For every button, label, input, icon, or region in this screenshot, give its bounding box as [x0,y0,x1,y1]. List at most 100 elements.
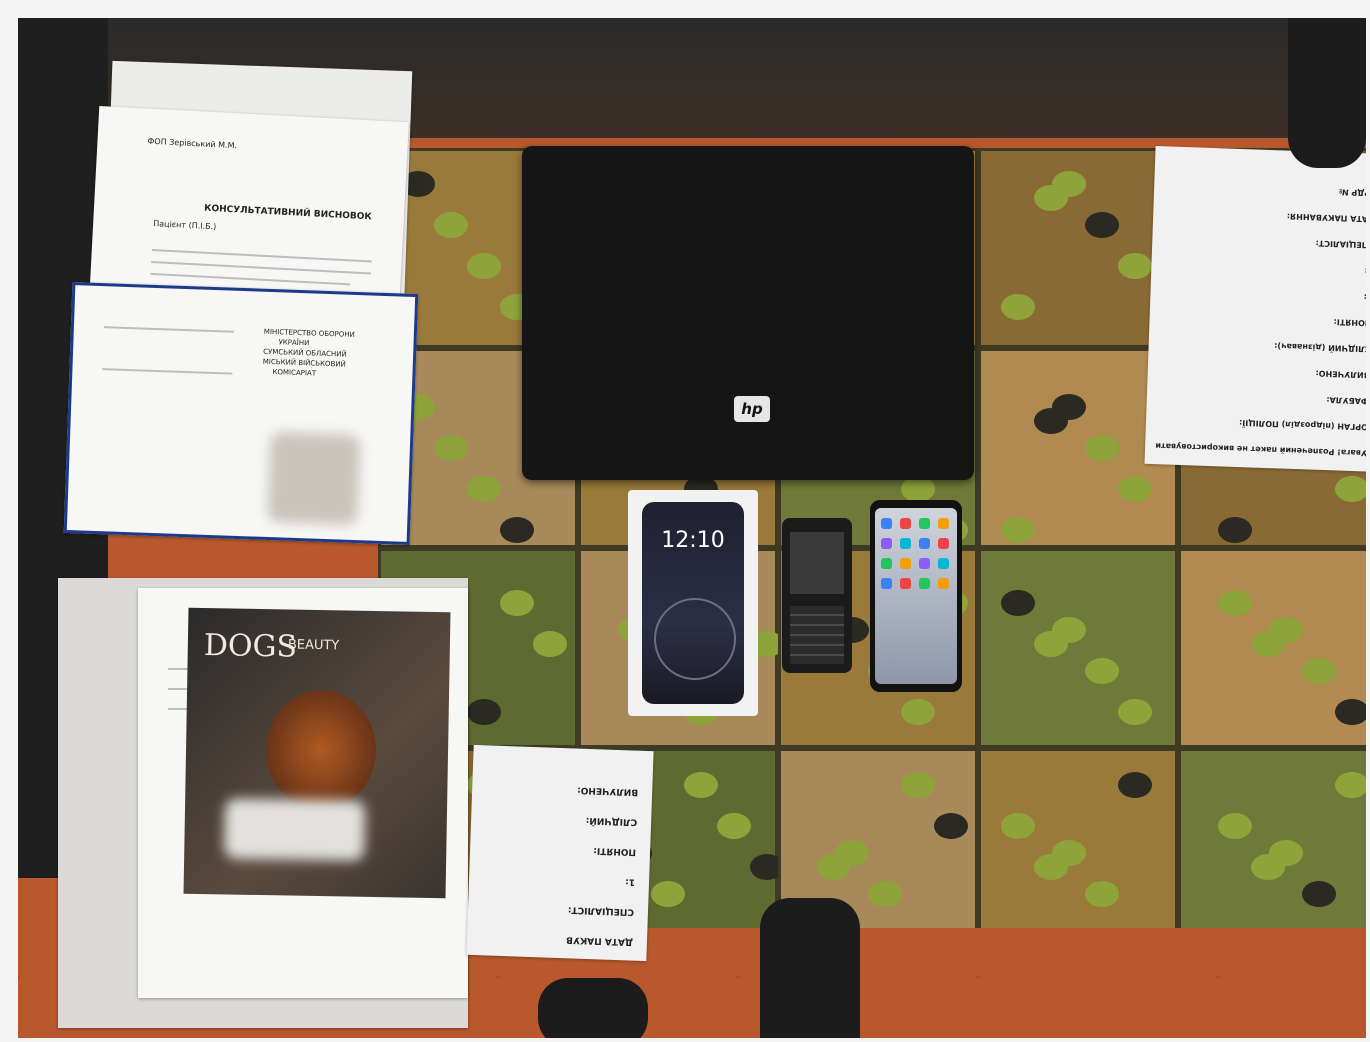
olive [500,590,534,616]
feature-phone [782,518,852,673]
olive [1302,658,1336,684]
evidence-photo: ФОП Зерівський М.М. КОНСУЛЬТАТИВНИЙ ВИСН… [18,18,1366,1038]
app-icon [938,518,949,529]
app-icon [919,518,930,529]
olive [1302,881,1336,907]
app-icon [900,518,911,529]
keypad [790,606,844,664]
boot-left [538,978,648,1038]
olive [1218,813,1252,839]
app-icon [881,538,892,549]
olive [467,476,501,502]
app-icon [938,558,949,569]
olive [1001,813,1035,839]
envelope-line: 1: [625,876,636,887]
military-card: МІНІСТЕРСТВО ОБОРОНИ УКРАЇНИ СУМСЬКИЙ ОБ… [63,282,419,545]
cloth-tile [978,748,1178,928]
envelope-line: ОРГАН (підрозділ) ПОЛІЦІЇ: [1238,418,1366,432]
olive [1001,590,1035,616]
olive [1001,517,1035,543]
olive [717,813,751,839]
olive [434,212,468,238]
olive [684,772,718,798]
olive [1118,253,1152,279]
olive [1118,476,1152,502]
person-leg-right [1288,18,1366,168]
app-icon [919,578,930,589]
app-icon [938,538,949,549]
envelope-line: СЛІДЧИЙ (дізнавач): [1274,341,1366,354]
card-line1: МІНІСТЕРСТВО ОБОРОНИ [263,327,355,339]
dog-image [265,689,378,812]
olive [467,253,501,279]
cloth-tile [978,148,1178,348]
olive [1034,408,1068,434]
app-icon [900,538,911,549]
envelope-line: ДАТА ПАКУВАННЯ: [1286,211,1366,224]
envelope-line: 1: [1363,292,1366,302]
app-icon [900,578,911,589]
card-line5: КОМІСАРІАТ [272,368,317,378]
olive [1335,699,1366,725]
olive [901,772,935,798]
app-icon [881,558,892,569]
envelope-line: ФАБУЛА: [1326,395,1366,406]
wallpaper-circle [654,598,736,680]
evidence-envelope-right: Увага! Розпечений пакет не використовува… [1144,145,1366,473]
olive [1001,294,1035,320]
magazine-title: DOGS [203,628,298,665]
consult-patient: Пацієнт (П.І.Б.) [153,219,217,232]
envelope-line: СЛІДЧИЙ: [585,814,638,827]
cloth-tile [1178,748,1366,928]
envelope-line: ВИЛУЧЕНО: [1315,368,1366,380]
olive [1218,517,1252,543]
iphone-clock: 12:10 [661,528,725,553]
consult-title: КОНСУЛЬТАТИВНИЙ ВИСНОВОК [203,203,372,223]
app-icon [938,578,949,589]
olive [1085,212,1119,238]
olive [1335,476,1366,502]
olive [934,813,968,839]
evidence-envelope-bottom: ДАТА ПАКУВ СПЕЦІАЛІСТ: 1: ПОНЯТІ: СЛІДЧИЙ: ВИ… [466,744,654,962]
cloth-tile [978,548,1178,748]
olive [1085,435,1119,461]
olive [1335,772,1366,798]
card-line2: УКРАЇНИ [278,338,310,348]
hp-laptop: hp [522,146,974,480]
card-line3: СУМСЬКИЙ ОБЛАСНИЙ [263,347,347,359]
envelope-line: Увага! Розпечений пакет не використовува… [1155,441,1366,458]
olive [901,699,935,725]
blurred-label [224,798,366,861]
envelope-line: ДАТА ПАКУВ [565,934,634,947]
smartphone-screen [875,508,957,684]
envelope-line: 2: [1364,266,1366,275]
olive [651,881,685,907]
consult-header: ФОП Зерівський М.М. [147,136,238,151]
card-line4: МІСЬКИЙ ВІЙСЬКОВИЙ [262,357,346,369]
cloth-tile [1178,548,1366,748]
app-icon [919,538,930,549]
olive [533,631,567,657]
olive [1034,631,1068,657]
feature-phone-screen [790,532,844,594]
app-icon [919,558,930,569]
smartphone [870,500,962,692]
olive [1118,772,1152,798]
olive [1034,185,1068,211]
olive [1034,854,1068,880]
olive [434,435,468,461]
olive [817,854,851,880]
olive [1251,631,1285,657]
envelope-line: ПОНЯТІ: [593,845,637,857]
iphone-box: 12:10 [628,490,758,716]
olive [1085,881,1119,907]
envelope-line: СПЕЦІАЛІСТ: [567,904,635,917]
olive [1218,590,1252,616]
magazine-subtitle: BEAUTY [287,637,340,654]
boot-right [760,898,860,1038]
blurred-photo [267,432,361,526]
dogs-magazine: DOGS BEAUTY [183,607,451,899]
app-icon [881,518,892,529]
olive [1118,699,1152,725]
olive [467,699,501,725]
